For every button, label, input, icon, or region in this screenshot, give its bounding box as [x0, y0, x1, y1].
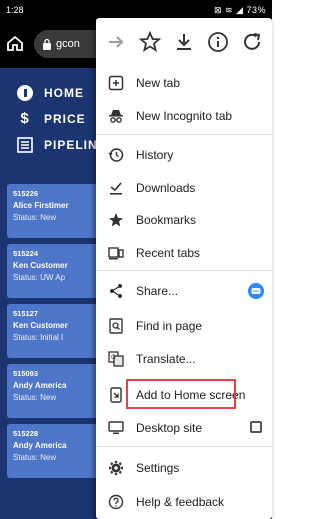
- menu-item-label: Recent tabs: [136, 246, 201, 260]
- nav-pipeline[interactable]: PIPELIN: [16, 132, 98, 158]
- menu-item-translate[interactable]: G Translate...: [96, 344, 272, 374]
- menu-item-label: Translate...: [136, 352, 196, 366]
- nav-pipeline-label: PIPELIN: [44, 138, 98, 152]
- new-tab-icon: [108, 75, 124, 91]
- menu-item-label: New Incognito tab: [136, 109, 233, 123]
- menu-item-add-to-home-screen[interactable]: Add to Home screen: [96, 379, 272, 410]
- browser-overflow-menu: New tab New Incognito tab History Downlo…: [96, 18, 272, 519]
- menu-item-history[interactable]: History: [96, 140, 272, 170]
- menu-toolbar: [96, 18, 272, 66]
- messaging-app-icon[interactable]: [248, 283, 264, 299]
- menu-item-downloads[interactable]: Downloads: [96, 173, 272, 203]
- menu-item-recent-tabs[interactable]: Recent tabs: [96, 238, 272, 268]
- menu-item-label: Share...: [136, 284, 179, 298]
- forward-arrow-icon[interactable]: [104, 30, 128, 54]
- menu-item-label: Downloads: [136, 181, 196, 195]
- nav-home[interactable]: HOME: [16, 80, 84, 106]
- star-icon[interactable]: [138, 30, 162, 54]
- lock-icon: [43, 38, 51, 50]
- translate-icon: G: [108, 351, 124, 367]
- add-to-home-icon: [110, 387, 122, 403]
- download-icon[interactable]: [172, 30, 196, 54]
- menu-item-label: New tab: [136, 76, 181, 90]
- menu-divider: [96, 446, 272, 447]
- settings-gear-icon: [109, 461, 123, 475]
- incognito-icon: [109, 110, 123, 123]
- nav-home-label: HOME: [44, 86, 84, 100]
- nav-price-label: PRICE: [44, 112, 86, 126]
- dollar-icon: $: [20, 110, 30, 127]
- find-in-page-icon: [109, 318, 123, 334]
- help-icon: [108, 494, 124, 510]
- menu-item-settings[interactable]: Settings: [96, 453, 272, 483]
- menu-item-help-feedback[interactable]: Help & feedback: [96, 487, 272, 517]
- history-icon: [108, 148, 124, 162]
- status-time: 1:28: [6, 5, 24, 15]
- menu-item-label: History: [136, 148, 174, 162]
- url-text: gcon: [56, 38, 80, 50]
- desktop-site-checkbox[interactable]: [250, 421, 262, 433]
- svg-text:G: G: [111, 354, 116, 361]
- info-icon[interactable]: [206, 30, 230, 54]
- menu-item-new-incognito-tab[interactable]: New Incognito tab: [96, 101, 272, 131]
- menu-item-bookmarks[interactable]: Bookmarks: [96, 205, 272, 235]
- menu-item-label: Find in page: [136, 319, 203, 333]
- menu-item-find-in-page[interactable]: Find in page: [96, 311, 272, 341]
- menu-divider: [96, 270, 272, 271]
- bookmarks-star-icon: [109, 213, 123, 227]
- menu-divider: [96, 134, 272, 135]
- menu-item-new-tab[interactable]: New tab: [96, 68, 272, 98]
- pipeline-icon: [17, 137, 33, 153]
- refresh-icon[interactable]: [240, 30, 264, 54]
- battery-level: 73%: [246, 5, 266, 15]
- menu-item-label: Help & feedback: [136, 495, 225, 509]
- desktop-icon: [108, 421, 124, 434]
- downloads-icon: [110, 182, 122, 195]
- recent-tabs-icon: [108, 247, 124, 260]
- home-circle-icon: [17, 85, 33, 101]
- home-icon[interactable]: [6, 34, 24, 52]
- menu-item-label: Bookmarks: [136, 213, 197, 227]
- menu-item-share[interactable]: Share...: [96, 276, 272, 306]
- menu-item-label: Desktop site: [136, 421, 203, 435]
- highlight-box: [126, 379, 236, 409]
- status-indicators: ⊠ ≋ ◢: [213, 5, 247, 15]
- menu-item-desktop-site[interactable]: Desktop site: [96, 413, 272, 443]
- menu-item-label: Settings: [136, 461, 180, 475]
- status-icons: ⊠ ≋ ◢ 73%: [214, 5, 266, 16]
- nav-price[interactable]: $ PRICE: [16, 106, 86, 132]
- share-icon: [110, 284, 122, 298]
